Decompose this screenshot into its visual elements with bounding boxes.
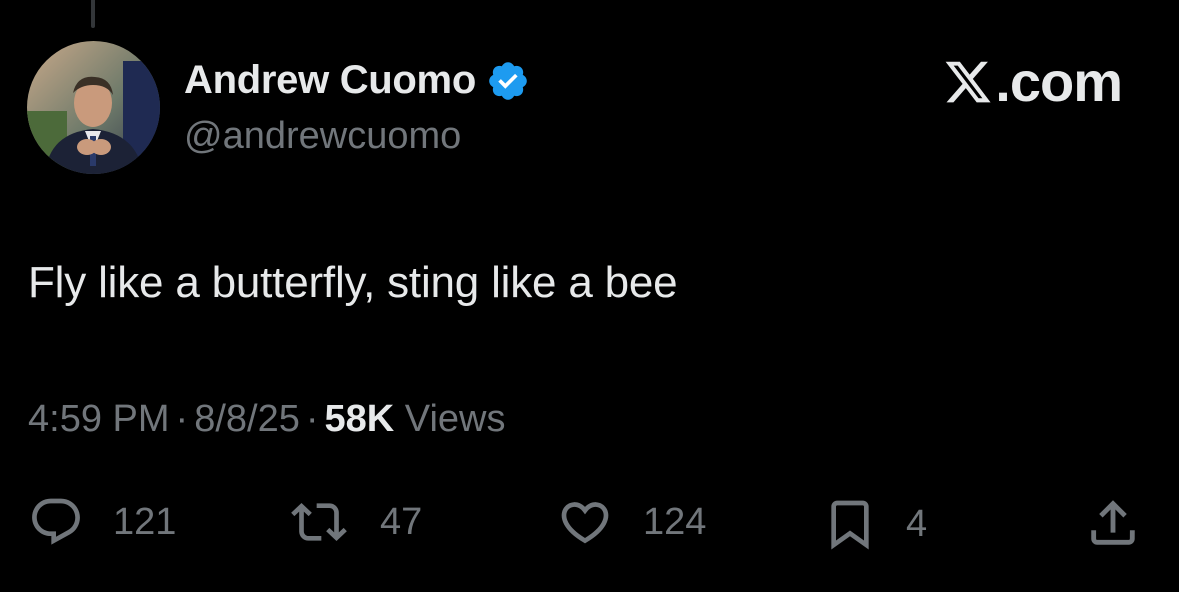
bookmark-icon <box>831 500 869 550</box>
bookmark-count: 4 <box>906 503 928 545</box>
like-button[interactable]: 124 <box>555 494 706 550</box>
repost-button[interactable]: 47 <box>286 494 422 550</box>
avatar[interactable] <box>27 41 160 174</box>
author-name-row[interactable]: Andrew Cuomo <box>184 56 530 104</box>
meta-separator: · <box>305 398 319 440</box>
heart-icon <box>561 502 609 544</box>
action-bar: 121 47 124 4 <box>0 494 1179 554</box>
reply-button[interactable]: 121 <box>27 494 176 550</box>
views-label: Views <box>404 398 506 440</box>
share-button[interactable] <box>1084 494 1142 552</box>
author-display-name[interactable]: Andrew Cuomo <box>184 56 476 104</box>
bookmark-button[interactable]: 4 <box>822 494 927 554</box>
repost-icon <box>291 503 347 541</box>
views-count: 58K <box>324 398 395 440</box>
reply-count: 121 <box>113 501 177 543</box>
reply-icon <box>32 498 80 545</box>
x-com-brand: .com <box>943 50 1123 113</box>
like-count: 124 <box>643 501 707 543</box>
tweet-date[interactable]: 8/8/25 <box>194 398 300 440</box>
verified-badge-icon <box>489 62 527 100</box>
tweet-time[interactable]: 4:59 PM <box>28 398 170 440</box>
repost-count: 47 <box>380 501 423 543</box>
x-logo-icon <box>945 61 991 103</box>
thread-connector-line <box>91 0 95 28</box>
meta-separator: · <box>175 398 189 440</box>
share-icon <box>1091 500 1135 545</box>
brand-domain-suffix: .com <box>995 50 1123 113</box>
tweet-text: Fly like a butterfly, sting like a bee <box>28 258 678 307</box>
author-handle[interactable]: @andrewcuomo <box>184 113 461 159</box>
tweet-meta: 4:59 PM · 8/8/25 · 58K Views <box>28 396 505 442</box>
